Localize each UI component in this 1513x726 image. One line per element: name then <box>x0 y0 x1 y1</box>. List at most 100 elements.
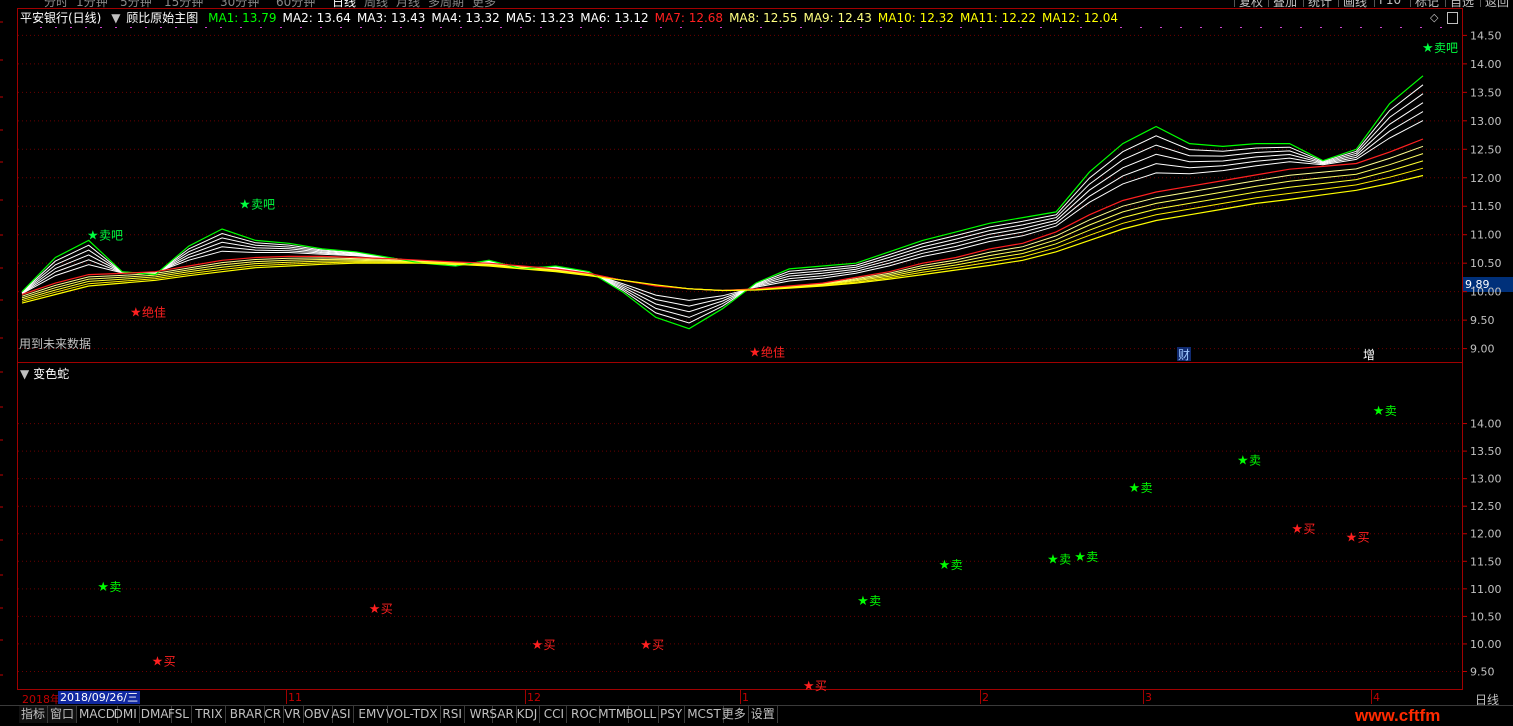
sub-axis-label: 13.50 <box>1470 445 1502 458</box>
sell-point-label: 卖 <box>109 580 121 594</box>
month-tick <box>980 690 981 704</box>
signal-dot <box>520 27 522 28</box>
cursor-date: 2018/09/26/三 <box>58 691 141 704</box>
signal-dot <box>260 27 262 28</box>
indicator-tab-8[interactable]: CR <box>262 706 285 723</box>
main-axis-label: 11.50 <box>1470 200 1502 213</box>
indicator-tab-16[interactable]: SAR <box>487 706 517 723</box>
signal-dot <box>240 27 242 28</box>
buy-point-star-icon: ★ <box>640 638 652 653</box>
signal-dot <box>340 27 342 28</box>
main-axis-label: 9.50 <box>1470 314 1495 327</box>
sub-axis-label: 11.00 <box>1470 583 1502 596</box>
signal-dot <box>660 27 662 28</box>
indicator-tab-23[interactable]: MCST <box>685 706 724 723</box>
signal-label-sell: 卖吧 <box>99 229 123 243</box>
sell-point-label: 卖 <box>1086 550 1098 564</box>
signal-dot <box>780 27 782 28</box>
signal-dot <box>220 27 222 28</box>
signal-dot <box>820 27 822 28</box>
main-axis-label: 12.50 <box>1470 143 1502 156</box>
signal-dot <box>1440 27 1442 28</box>
signal-dot <box>800 27 802 28</box>
month-label: 11 <box>288 691 302 704</box>
indicator-tab-21[interactable]: BOLL <box>623 706 660 723</box>
signal-dot <box>85 27 87 28</box>
month-tick <box>1143 690 1144 704</box>
indicator-tab-25[interactable]: 设置 <box>749 706 778 723</box>
signal-dot <box>1220 27 1222 28</box>
sell-point-star-icon: ★ <box>1129 481 1141 496</box>
main-axis-label: 10.50 <box>1470 257 1502 270</box>
signal-dot <box>1160 27 1162 28</box>
signal-dot <box>1100 27 1102 28</box>
signal-dot <box>1060 27 1062 28</box>
signal-dot <box>1240 27 1242 28</box>
indicator-tab-14[interactable]: RSI <box>440 706 465 723</box>
indicator-tab-1[interactable]: 窗口 <box>48 706 78 723</box>
sub-axis-label: 10.00 <box>1470 638 1502 651</box>
sell-point-star-icon: ★ <box>1237 453 1249 468</box>
month-label: 2 <box>982 691 989 704</box>
sell-star-icon: ★ <box>87 229 99 244</box>
indicator-tab-24[interactable]: 更多 <box>720 706 749 723</box>
signal-dot <box>1260 27 1262 28</box>
chart-canvas[interactable]: 14.50 14.00 13.50 13.00 12.50 12.00 11.50 11.00… <box>0 0 1513 724</box>
buy-point-label: 买 <box>544 638 556 652</box>
indicator-tab-0[interactable]: 指标 <box>19 706 49 723</box>
sell-point-label: 卖 <box>1385 404 1397 418</box>
signal-dot <box>1120 27 1122 28</box>
signal-dot <box>160 27 162 28</box>
signal-dot <box>55 27 57 28</box>
month-tick <box>286 690 287 704</box>
signal-dot <box>960 27 962 28</box>
signal-dot <box>420 27 422 28</box>
indicator-tab-13[interactable]: VOL-TDX <box>384 706 441 723</box>
buy-point-label: 买 <box>652 638 664 652</box>
indicator-tab-17[interactable]: KDJ <box>515 706 541 723</box>
signal-dot <box>740 27 742 28</box>
indicator-tab-6[interactable]: TRIX <box>193 706 226 723</box>
indicator-tab-9[interactable]: VR <box>282 706 304 723</box>
signal-dot <box>860 27 862 28</box>
signal-dot <box>680 27 682 28</box>
sell-point-star-icon: ★ <box>1074 550 1086 565</box>
signal-dot <box>700 27 702 28</box>
buy-point-star-icon: ★ <box>532 638 544 653</box>
signal-dot <box>480 27 482 28</box>
signal-dot <box>640 27 642 28</box>
indicator-tab-18[interactable]: CCI <box>542 706 568 723</box>
sell-point-star-icon: ★ <box>939 558 951 573</box>
indicator-tab-10[interactable]: OBV <box>302 706 333 723</box>
indicator-tab-7[interactable]: BRAR <box>228 706 266 723</box>
signal-dot <box>40 27 42 28</box>
signal-dot <box>880 27 882 28</box>
sell-point-star-icon: ★ <box>1373 404 1385 419</box>
sub-axis-label: 12.00 <box>1470 528 1502 541</box>
main-axis-label: 11.00 <box>1470 229 1502 242</box>
watermark: www.cftfm <box>1355 706 1441 725</box>
indicator-tab-3[interactable]: DMI <box>112 706 140 723</box>
month-label: 12 <box>527 691 541 704</box>
main-axis-label: 10.00 <box>1470 286 1502 299</box>
signal-dot <box>900 27 902 28</box>
signal-dot <box>400 27 402 28</box>
main-axis-label: 12.00 <box>1470 172 1502 185</box>
event-badge[interactable]: 财 <box>1178 348 1190 362</box>
signal-dot <box>1380 27 1382 28</box>
indicator-tab-22[interactable]: PSY <box>658 706 686 723</box>
signal-dot <box>500 27 502 28</box>
event-badge[interactable]: 增 <box>1363 348 1375 362</box>
main-axis-label: 14.00 <box>1470 58 1502 71</box>
month-tick <box>1371 690 1372 704</box>
signal-dot <box>190 27 192 28</box>
main-axis-label: 9.00 <box>1470 343 1495 356</box>
indicator-tab-11[interactable]: ASI <box>329 706 354 723</box>
ma9-line <box>21 153 1424 299</box>
signal-dot <box>1320 27 1322 28</box>
buy-point-label: 买 <box>1303 522 1315 536</box>
signal-dot <box>840 27 842 28</box>
indicator-tab-5[interactable]: FSL <box>166 706 192 723</box>
main-axis-label: 13.50 <box>1470 86 1502 99</box>
signal-dot <box>1000 27 1002 28</box>
